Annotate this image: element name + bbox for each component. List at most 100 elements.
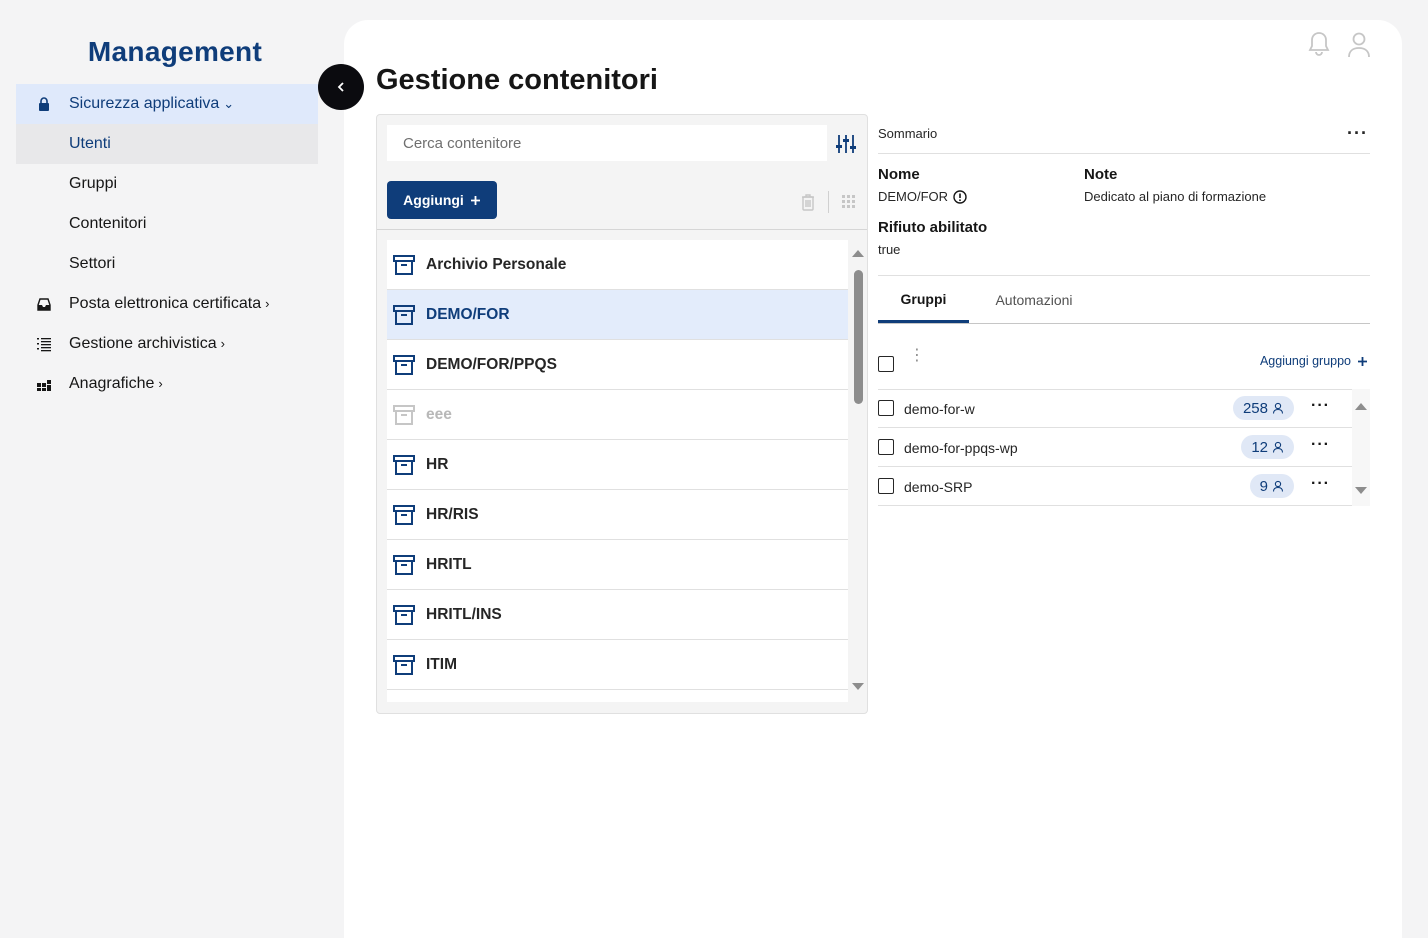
sidebar-item-label: Utenti (69, 135, 111, 152)
notification-icon[interactable] (1306, 30, 1332, 58)
archive-box-icon (392, 654, 416, 676)
member-count-badge: 9 (1249, 474, 1294, 498)
sidebar-item-label: Settori (69, 255, 116, 272)
container-name: ITIM (426, 655, 457, 673)
note-value: Dedicato al piano di formazione (1084, 189, 1267, 204)
member-count: 12 (1251, 438, 1268, 456)
sidebar-item-contenitori[interactable]: Contenitori (16, 204, 318, 244)
details-panel: Sommario ··· Nome DEMO/FOR Note Dedicato… (878, 114, 1370, 506)
user-icon (1272, 402, 1284, 414)
add-group-label: Aggiungi gruppo (1259, 354, 1351, 368)
name-value: DEMO/FOR (878, 189, 949, 204)
chevron-right-icon: › (265, 296, 270, 311)
sidebar-item-gruppi[interactable]: Gruppi (16, 164, 318, 204)
container-row[interactable]: HR/RIS (387, 490, 848, 540)
container-name: HR (426, 455, 449, 473)
row-overflow-menu-icon[interactable]: ··· (1311, 475, 1330, 493)
scroll-down-arrow-icon[interactable] (1354, 486, 1368, 496)
kebab-menu-icon[interactable]: ⋮ (909, 348, 925, 364)
sidebar-item-utenti[interactable]: Utenti (16, 124, 318, 164)
scroll-up-arrow-icon[interactable] (851, 248, 865, 258)
container-name: DEMO/FOR/PPQS (426, 355, 557, 373)
groups-scrollbar[interactable] (1352, 389, 1370, 506)
container-row[interactable]: eee (387, 390, 848, 440)
user-icon (1272, 441, 1284, 453)
row-checkbox[interactable] (878, 439, 894, 455)
member-count: 9 (1259, 477, 1268, 495)
chevron-down-icon: ⌄ (223, 96, 235, 111)
container-row[interactable]: HR (387, 440, 848, 490)
sidebar-item-label: Contenitori (69, 215, 147, 232)
top-bar-icons (1306, 30, 1372, 58)
add-button[interactable]: Aggiungi (387, 181, 497, 219)
container-name: DEMO/FOR (426, 305, 510, 323)
archive-box-icon (392, 454, 416, 476)
scroll-up-arrow-icon[interactable] (1354, 401, 1368, 411)
member-count-badge: 12 (1241, 435, 1294, 459)
page-title: Gestione contenitori (376, 64, 658, 96)
row-overflow-menu-icon[interactable]: ··· (1311, 436, 1330, 454)
more-options-icon[interactable]: ··· (1347, 123, 1368, 144)
tab-automazioni[interactable]: Automazioni (969, 277, 1099, 323)
filter-settings-icon[interactable] (835, 133, 857, 155)
chevron-left-icon (337, 82, 344, 92)
select-all-checkbox[interactable] (878, 356, 894, 372)
row-checkbox[interactable] (878, 478, 894, 494)
container-name: eee (426, 405, 452, 423)
archive-box-icon (392, 354, 416, 376)
group-row[interactable]: demo-for-ppqs-wp 12 ··· (878, 428, 1352, 467)
divider (878, 275, 1370, 276)
scroll-down-arrow-icon[interactable] (851, 682, 865, 692)
search-input[interactable] (387, 125, 827, 161)
archive-box-icon (392, 254, 416, 276)
sidebar-item-label: Gestione archivistica (69, 335, 217, 352)
sidebar-item-gestione-archivistica[interactable]: Gestione archivistica › (16, 324, 318, 364)
group-row[interactable]: demo-SRP 9 ··· (878, 467, 1352, 506)
tab-gruppi[interactable]: Gruppi (878, 277, 969, 323)
container-row[interactable]: DEMO/FOR (387, 290, 848, 340)
container-row[interactable]: DEMO/FOR/PPQS (387, 340, 848, 390)
container-row[interactable]: ITIM (387, 640, 848, 690)
container-list-panel: Aggiungi Archivio Personale DEMO/FOR DEMO/… (376, 114, 868, 714)
toolbar-divider (828, 191, 829, 213)
sidebar-item-posta-elettronica[interactable]: Posta elettronica certificata › (16, 284, 318, 324)
add-button-label: Aggiungi (403, 192, 464, 208)
inbox-icon (37, 298, 51, 311)
grid-view-icon[interactable] (841, 194, 857, 210)
name-field: Nome DEMO/FOR (878, 166, 967, 204)
add-group-button[interactable]: Aggiungi gruppo (1260, 354, 1368, 368)
plus-icon (1358, 356, 1367, 366)
group-row[interactable]: demo-for-w 258 ··· (878, 389, 1352, 428)
groups-toolbar: ⋮ Aggiungi gruppo (878, 348, 1370, 380)
sidebar-item-sicurezza-applicativa[interactable]: Sicurezza applicativa ⌄ (16, 84, 318, 124)
detail-tabs: Gruppi Automazioni (878, 277, 1370, 324)
container-row[interactable]: HRITL (387, 540, 848, 590)
list-scrollbar[interactable] (849, 240, 867, 702)
plus-icon (470, 195, 480, 205)
archive-box-icon (392, 504, 416, 526)
chevron-right-icon: › (158, 376, 163, 391)
sidebar-item-anagrafiche[interactable]: Anagrafiche › (16, 364, 318, 404)
lock-icon (39, 97, 49, 111)
sidebar-item-label: Sicurezza applicativa (69, 95, 220, 112)
container-row[interactable]: HRITL/INS (387, 590, 848, 640)
archive-box-icon (392, 304, 416, 326)
container-name: Archivio Personale (426, 255, 567, 273)
main-content: Gestione contenitori Aggiungi Archivio P… (344, 20, 1402, 938)
scrollbar-thumb[interactable] (854, 270, 863, 404)
chevron-right-icon: › (220, 336, 225, 351)
container-row[interactable]: Archivio Personale (387, 240, 848, 290)
group-name: demo-for-w (904, 401, 975, 417)
trash-icon[interactable] (800, 193, 816, 211)
row-overflow-menu-icon[interactable]: ··· (1311, 397, 1330, 415)
collapse-sidebar-button[interactable] (318, 64, 364, 110)
name-label: Nome (878, 166, 920, 183)
info-icon[interactable] (953, 189, 967, 204)
user-icon[interactable] (1346, 30, 1372, 58)
member-count: 258 (1242, 399, 1268, 417)
groups-list: demo-for-w 258 ··· demo-for-ppqs-wp 12 ··· dem… (878, 389, 1352, 506)
row-checkbox[interactable] (878, 400, 894, 416)
user-icon (1272, 480, 1284, 492)
divider (377, 229, 867, 230)
sidebar-item-settori[interactable]: Settori (16, 244, 318, 284)
